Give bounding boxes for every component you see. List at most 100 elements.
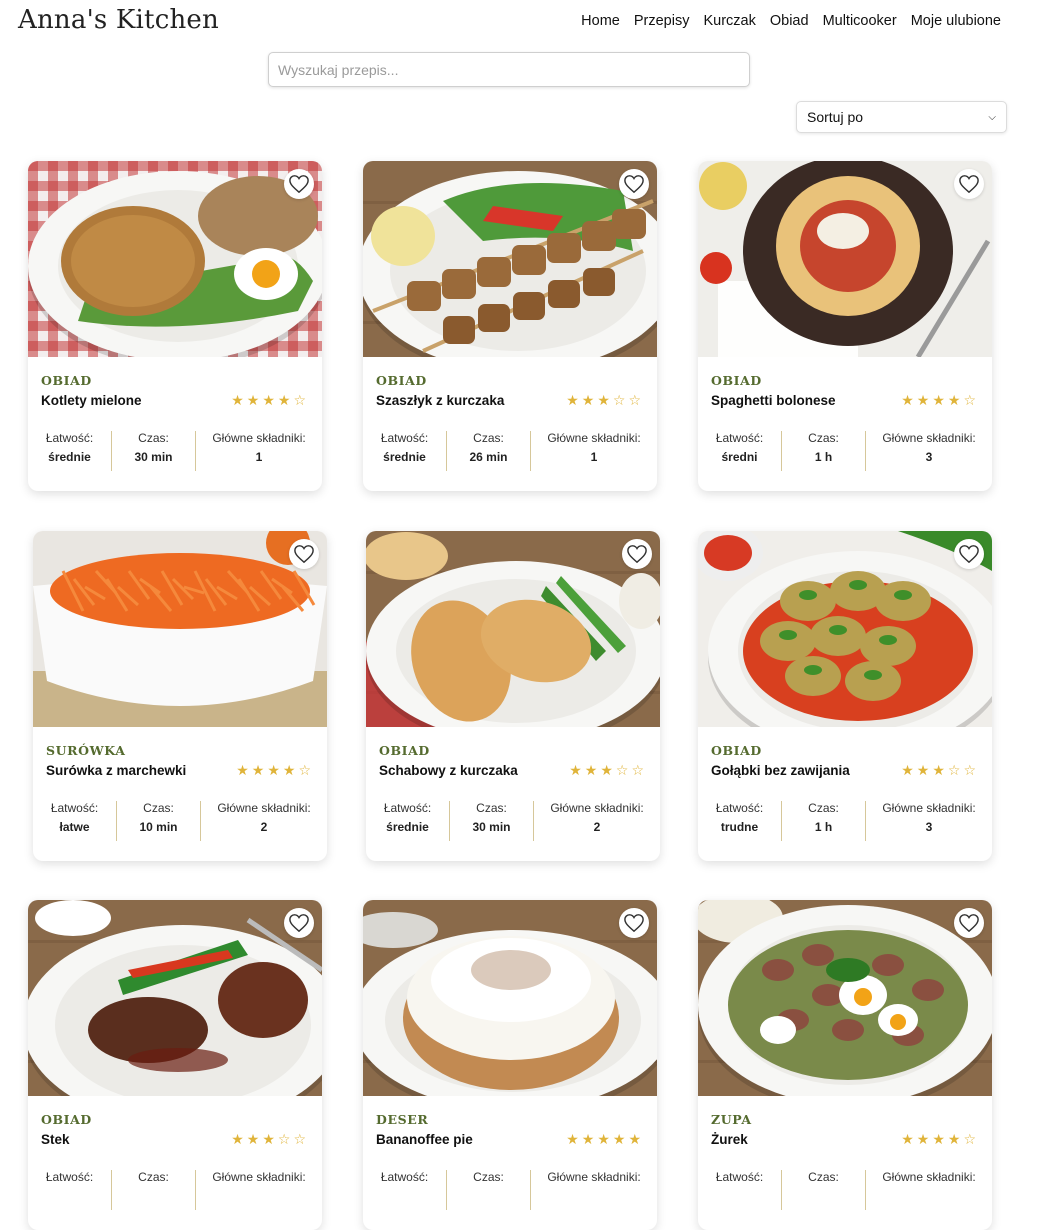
stat-ease-value: trudne [720, 820, 759, 834]
recipe-photo[interactable] [698, 900, 992, 1096]
stat-time-value: 30 min [134, 450, 173, 464]
star-filled-icon: ★ [267, 762, 283, 778]
stat-time: Czas: [781, 1170, 865, 1210]
recipe-photo[interactable] [363, 161, 657, 357]
stat-ingredients-value: 2 [593, 820, 601, 834]
star-filled-icon: ★ [262, 392, 278, 408]
recipe-photo[interactable] [698, 161, 992, 357]
recipe-photo[interactable] [698, 531, 992, 727]
star-filled-icon: ★ [932, 392, 948, 408]
favorite-heart-icon[interactable] [954, 169, 984, 199]
stat-ease-label: Łatwość: [715, 431, 764, 445]
recipe-photo[interactable] [366, 531, 660, 727]
recipe-title[interactable]: Bananoffee pie [376, 1132, 473, 1147]
stat-ingredients-value: 1 [590, 450, 598, 464]
stat-ingredients: Główne składniki: 1 [195, 431, 322, 471]
recipe-photo[interactable] [363, 900, 657, 1096]
rating-stars: ★★★☆☆ [566, 392, 644, 409]
recipe-card[interactable]: OBIAD Gołąbki bez zawijania ★★★☆☆ Łatwość: t… [698, 531, 992, 861]
recipe-card[interactable]: OBIAD Schabowy z kurczaka ★★★☆☆ Łatwość: śre… [366, 531, 660, 861]
recipe-photo[interactable] [28, 900, 322, 1096]
stat-ease: Łatwość: łatwe [33, 801, 116, 841]
stat-time: Czas: 1 h [781, 431, 865, 471]
sort-select[interactable]: Sortuj po ⌵ [796, 101, 1007, 133]
stat-ease: Łatwość: średnie [366, 801, 449, 841]
star-filled-icon: ★ [231, 1131, 247, 1147]
recipe-category: OBIAD [41, 373, 92, 388]
recipe-card[interactable]: OBIAD Szaszłyk z kurczaka ★★★☆☆ Łatwość: śre… [363, 161, 657, 491]
recipe-category: OBIAD [379, 743, 430, 758]
favorite-heart-icon[interactable] [622, 539, 652, 569]
recipe-photo[interactable] [33, 531, 327, 727]
nav-kurczak[interactable]: Kurczak [703, 13, 755, 29]
stat-ease-value: łatwe [59, 820, 90, 834]
stat-ease-label: Łatwość: [715, 1170, 764, 1184]
stat-time: Czas: 10 min [116, 801, 200, 841]
recipe-category: OBIAD [711, 373, 762, 388]
star-filled-icon: ★ [597, 392, 613, 408]
recipe-title[interactable]: Stek [41, 1132, 70, 1147]
stat-time: Czas: 1 h [781, 801, 865, 841]
star-empty-icon: ☆ [293, 392, 309, 408]
rating-stars: ★★★★☆ [901, 1131, 979, 1148]
stat-time-label: Czas: [143, 801, 174, 815]
star-filled-icon: ★ [916, 1131, 933, 1147]
stat-time-label: Czas: [476, 801, 507, 815]
recipe-category: DESER [376, 1112, 429, 1127]
recipe-stats: Łatwość: trudne Czas: 1 h Główne składniki: 3 [698, 801, 992, 841]
stat-ease: Łatwość: średnie [28, 431, 111, 471]
stat-time-label: Czas: [808, 431, 839, 445]
nav-obiad[interactable]: Obiad [770, 13, 809, 29]
stat-ingredients-label: Główne składniki: [212, 1170, 306, 1184]
star-filled-icon: ★ [566, 1131, 582, 1147]
favorite-heart-icon[interactable] [284, 908, 314, 938]
favorite-heart-icon[interactable] [619, 908, 649, 938]
recipe-card[interactable]: ZUPA Żurek ★★★★☆ Łatwość: Czas: Główne składn… [698, 900, 992, 1230]
nav-home[interactable]: Home [581, 13, 620, 29]
recipe-title[interactable]: Spaghetti bolonese [711, 393, 836, 408]
recipe-title[interactable]: Gołąbki bez zawijania [711, 763, 850, 778]
star-filled-icon: ★ [581, 392, 598, 408]
stat-time: Czas: [111, 1170, 195, 1210]
stat-time: Czas: [446, 1170, 530, 1210]
site-logo[interactable]: Anna's Kitchen [18, 5, 219, 35]
nav-przepisy[interactable]: Przepisy [634, 13, 690, 29]
nav-multicooker[interactable]: Multicooker [823, 13, 897, 29]
recipe-title[interactable]: Szaszłyk z kurczaka [376, 393, 504, 408]
star-empty-icon: ☆ [628, 392, 644, 408]
favorite-heart-icon[interactable] [289, 539, 319, 569]
stat-ease: Łatwość: [363, 1170, 446, 1210]
favorite-heart-icon[interactable] [284, 169, 314, 199]
search-input[interactable] [268, 52, 750, 87]
recipe-card[interactable]: DESER Bananoffee pie ★★★★★ Łatwość: Czas: Głó… [363, 900, 657, 1230]
recipe-card[interactable]: OBIAD Spaghetti bolonese ★★★★☆ Łatwość: śred… [698, 161, 992, 491]
star-empty-icon: ☆ [963, 762, 979, 778]
stat-ease-label: Łatwość: [715, 801, 764, 815]
nav-moje-ulubione[interactable]: Moje ulubione [911, 13, 1001, 29]
stat-ease-label: Łatwość: [45, 1170, 94, 1184]
star-empty-icon: ☆ [947, 762, 964, 778]
stat-time-label: Czas: [808, 1170, 839, 1184]
stat-ease-value: średnie [383, 450, 426, 464]
main-nav: Home Przepisy Kurczak Obiad Multicooker … [581, 13, 1001, 29]
site-header: Anna's Kitchen Home Przepisy Kurczak Obi… [0, 0, 1040, 44]
stat-time-label: Czas: [473, 431, 504, 445]
stat-ease-value: średnie [386, 820, 429, 834]
stat-time-label: Czas: [473, 1170, 504, 1184]
recipe-title[interactable]: Surówka z marchewki [46, 763, 186, 778]
recipe-card[interactable]: OBIAD Kotlety mielone ★★★★☆ Łatwość: średnie… [28, 161, 322, 491]
star-filled-icon: ★ [251, 762, 268, 778]
favorite-heart-icon[interactable] [619, 169, 649, 199]
recipe-title[interactable]: Schabowy z kurczaka [379, 763, 518, 778]
stat-ingredients-label: Główne składniki: [212, 431, 306, 445]
favorite-heart-icon[interactable] [954, 539, 984, 569]
favorite-heart-icon[interactable] [954, 908, 984, 938]
stat-ingredients: Główne składniki: 3 [865, 801, 992, 841]
recipe-photo[interactable] [28, 161, 322, 357]
recipe-title[interactable]: Żurek [711, 1132, 748, 1147]
recipe-title[interactable]: Kotlety mielone [41, 393, 142, 408]
recipe-card[interactable]: OBIAD Stek ★★★☆☆ Łatwość: Czas: Główne składn… [28, 900, 322, 1230]
stat-time: Czas: 26 min [446, 431, 530, 471]
recipe-card[interactable]: SURÓWKA Surówka z marchewki ★★★★☆ Łatwość: ł… [33, 531, 327, 861]
stat-time-value: 26 min [469, 450, 508, 464]
